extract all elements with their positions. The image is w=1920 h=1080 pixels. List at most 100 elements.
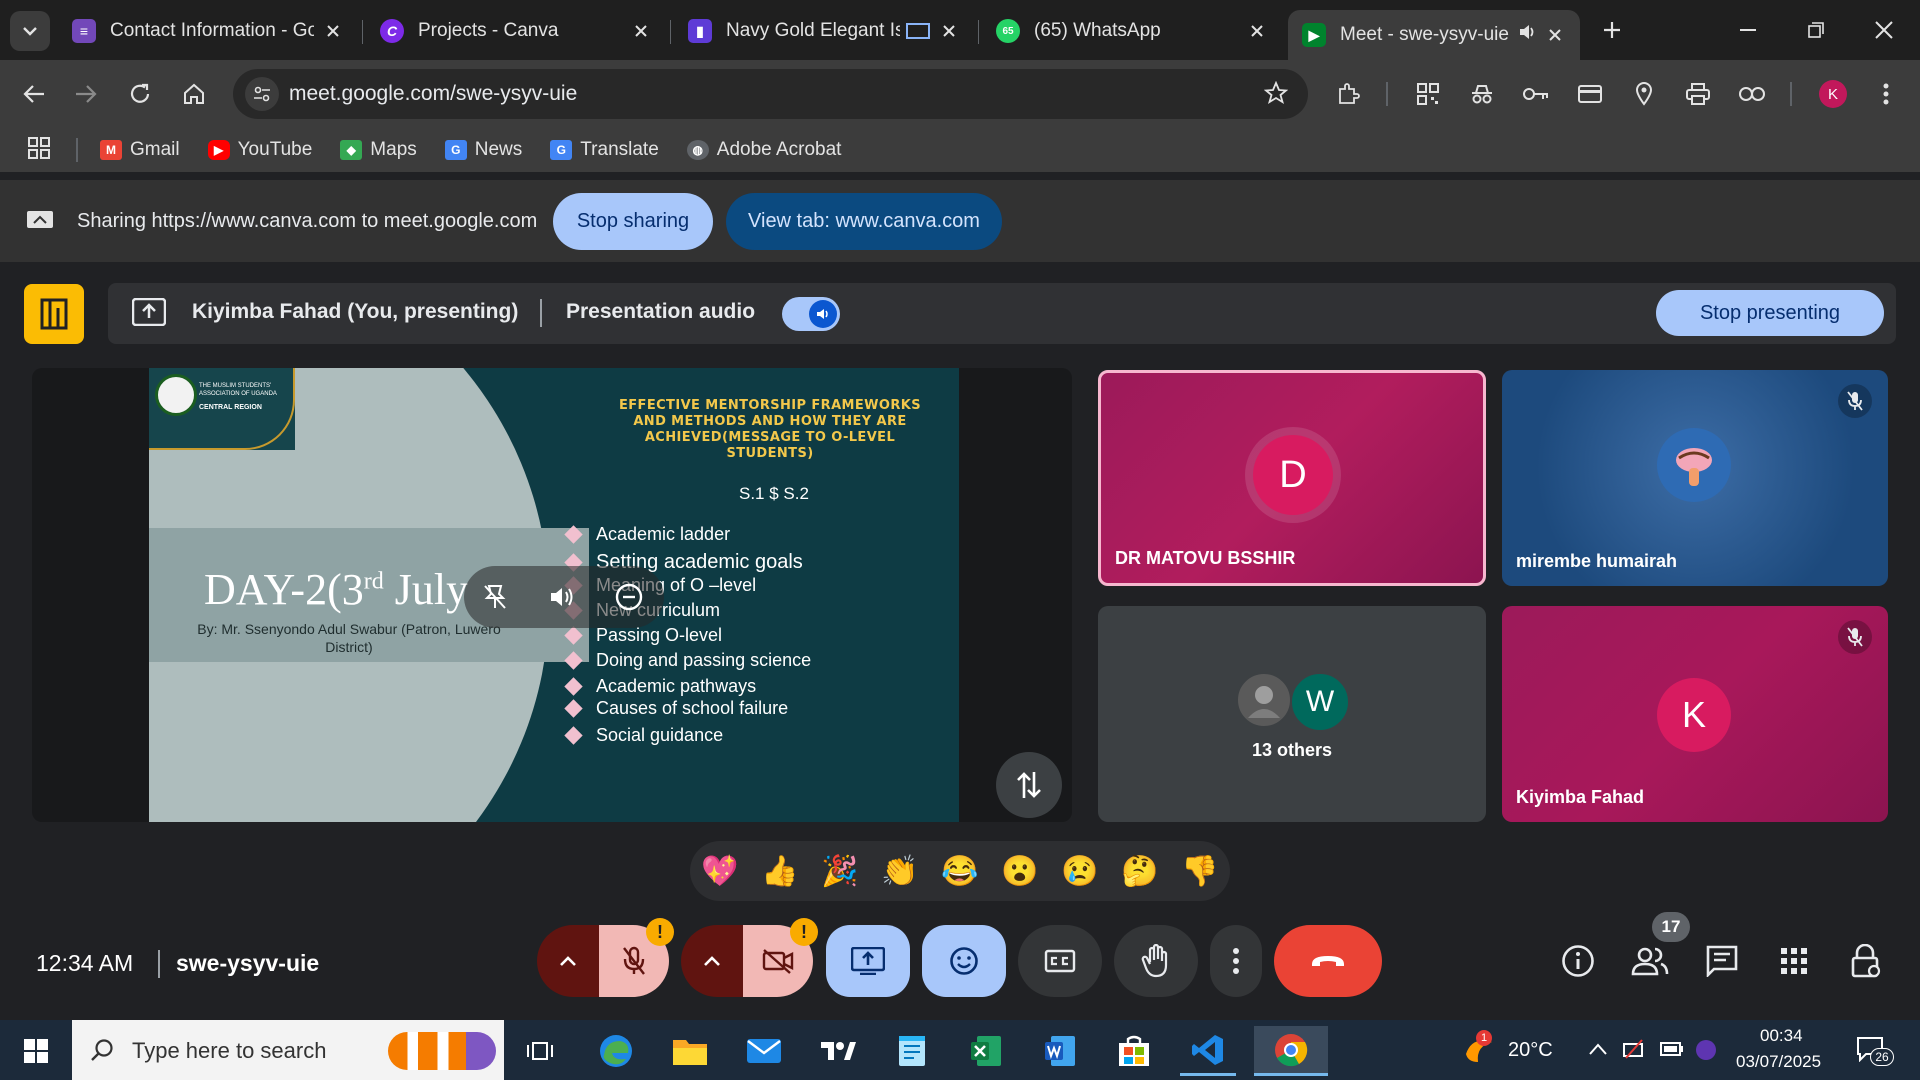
tab-search-button[interactable] (10, 11, 50, 51)
chrome-icon[interactable] (1254, 1026, 1328, 1076)
print-icon[interactable] (1682, 78, 1714, 110)
people-icon[interactable] (1628, 939, 1672, 983)
reaction-tears-of-joy[interactable]: 😂 (940, 851, 980, 891)
taskbar-search-box[interactable]: Type here to search (72, 1020, 504, 1080)
weather-icon[interactable]: 1 (1462, 1030, 1496, 1064)
unpin-icon[interactable] (478, 580, 512, 614)
reaction-clapping[interactable]: 👏 (880, 851, 920, 891)
tab-contact-information[interactable]: ≡ Contact Information - Go (58, 8, 358, 54)
home-icon[interactable] (178, 78, 210, 110)
tab-meet[interactable]: ▶ Meet - swe-ysyv-uie (1288, 10, 1580, 60)
word-icon[interactable] (1032, 1026, 1088, 1076)
reaction-party-popper[interactable]: 🎉 (820, 851, 860, 891)
bookmark-translate[interactable]: G Translate (550, 139, 659, 161)
closed-captions-icon (1044, 949, 1076, 973)
microsoft-store-icon[interactable] (1106, 1026, 1162, 1076)
participant-tile[interactable]: D DR MATOVU BSSHIR (1098, 370, 1486, 586)
participant-tile[interactable]: K Kiyimba Fahad (1502, 606, 1888, 822)
site-info-icon[interactable] (245, 77, 279, 111)
windows-start-icon[interactable] (8, 1026, 64, 1076)
reload-icon[interactable] (124, 78, 156, 110)
close-icon[interactable] (938, 20, 960, 42)
incognito-spy-icon[interactable] (1466, 78, 1498, 110)
extensions-puzzle-icon[interactable] (1332, 78, 1364, 110)
reaction-thumbs-down[interactable]: 👎 (1180, 851, 1220, 891)
close-icon[interactable] (322, 20, 344, 42)
tab-navy-gold[interactable]: ▮ Navy Gold Elegant Isl (674, 8, 974, 54)
audio-options-button[interactable] (537, 925, 599, 997)
presenter-label: Kiyimba Fahad (You, presenting) (192, 300, 519, 323)
raise-hand-button[interactable] (1114, 925, 1198, 997)
tab-projects-canva[interactable]: C Projects - Canva (366, 8, 666, 54)
profile-avatar[interactable]: K (1819, 80, 1847, 108)
swap-layout-button[interactable] (996, 752, 1062, 818)
taskbar-clock-date: 03/07/2025 (1736, 1052, 1822, 1071)
meeting-details-icon[interactable] (1556, 939, 1600, 983)
close-icon[interactable] (1246, 20, 1268, 42)
network-icon[interactable] (1622, 1038, 1646, 1065)
back-arrow-icon[interactable] (18, 78, 50, 110)
activities-grid-icon[interactable] (1772, 939, 1816, 983)
send-reaction-button[interactable] (922, 925, 1006, 997)
reaction-surprised[interactable]: 😮 (1000, 851, 1040, 891)
video-options-button[interactable] (681, 925, 743, 997)
reaction-sparkling-heart[interactable]: 💖 (700, 851, 740, 891)
bookmark-star-icon[interactable] (1263, 80, 1289, 110)
notification-center-icon[interactable]: 26 (1856, 1036, 1894, 1067)
excel-icon[interactable] (958, 1026, 1014, 1076)
participant-tile-others[interactable]: W 13 others (1098, 606, 1486, 822)
reaction-crying[interactable]: 😢 (1060, 851, 1100, 891)
volume-icon[interactable] (546, 580, 580, 614)
new-tab-plus-icon[interactable] (1596, 14, 1628, 46)
mail-icon[interactable] (736, 1026, 792, 1076)
tray-chevron-up-icon[interactable] (1588, 1042, 1608, 1061)
edge-browser-icon[interactable] (588, 1026, 644, 1076)
stop-sharing-button[interactable]: Stop sharing (553, 193, 713, 250)
vscode-icon[interactable] (1180, 1026, 1236, 1076)
task-view-icon[interactable] (512, 1026, 568, 1076)
participant-tile[interactable]: mirembe humairah (1502, 370, 1888, 586)
bookmark-maps[interactable]: ◆ Maps (340, 139, 417, 161)
notepad-icon[interactable] (884, 1026, 940, 1076)
presentation-audio-toggle[interactable] (782, 297, 840, 331)
view-tab-button[interactable]: View tab: www.canva.com (726, 193, 1002, 250)
close-icon[interactable] (1544, 24, 1566, 46)
whatsapp-badge: 65 (1002, 25, 1014, 37)
speaker-icon[interactable] (1518, 23, 1536, 47)
payment-card-icon[interactable] (1574, 78, 1606, 110)
restore-button[interactable] (1786, 8, 1846, 52)
apps-grid-icon[interactable] (28, 136, 50, 164)
present-screen-button[interactable] (826, 925, 910, 997)
app-tray-icon[interactable] (1696, 1040, 1716, 1060)
location-pin-icon[interactable] (1628, 78, 1660, 110)
close-icon[interactable] (630, 20, 652, 42)
file-explorer-icon[interactable] (662, 1026, 718, 1076)
bookmark-adobe-acrobat[interactable]: ◍ Adobe Acrobat (686, 139, 841, 161)
bookmark-news[interactable]: G News (444, 139, 522, 161)
google-forms-icon: ≡ (72, 19, 96, 43)
forward-arrow-icon[interactable] (70, 78, 102, 110)
battery-icon[interactable] (1660, 1042, 1684, 1061)
qr-code-icon[interactable] (1412, 78, 1444, 110)
tradingview-icon[interactable] (810, 1026, 866, 1076)
leave-call-button[interactable] (1274, 925, 1382, 997)
bookmark-gmail[interactable]: M Gmail (100, 139, 180, 161)
link-icon[interactable] (1736, 78, 1768, 110)
host-controls-lock-icon[interactable] (1844, 939, 1888, 983)
slide-bullet: Academic pathways (564, 676, 756, 697)
more-vert-icon[interactable] (1870, 78, 1902, 110)
chat-icon[interactable] (1700, 939, 1744, 983)
more-options-button[interactable] (1210, 925, 1262, 997)
minimize-button[interactable] (1718, 8, 1778, 52)
reaction-thumbs-up[interactable]: 👍 (760, 851, 800, 891)
remove-circle-icon[interactable] (612, 580, 646, 614)
close-window-button[interactable] (1854, 8, 1914, 52)
address-bar[interactable]: meet.google.com/swe-ysyv-uie (233, 69, 1308, 119)
bookmark-youtube[interactable]: ▶ YouTube (207, 139, 312, 161)
presentation-tile[interactable]: THE MUSLIM STUDENTS' ASSOCIATION OF UGAN… (32, 368, 1072, 822)
captions-button[interactable] (1018, 925, 1102, 997)
stop-presenting-button[interactable]: Stop presenting (1656, 290, 1884, 336)
tab-whatsapp[interactable]: 65 (65) WhatsApp (982, 8, 1282, 54)
reaction-thinking[interactable]: 🤔 (1120, 851, 1160, 891)
password-key-icon[interactable] (1520, 78, 1552, 110)
